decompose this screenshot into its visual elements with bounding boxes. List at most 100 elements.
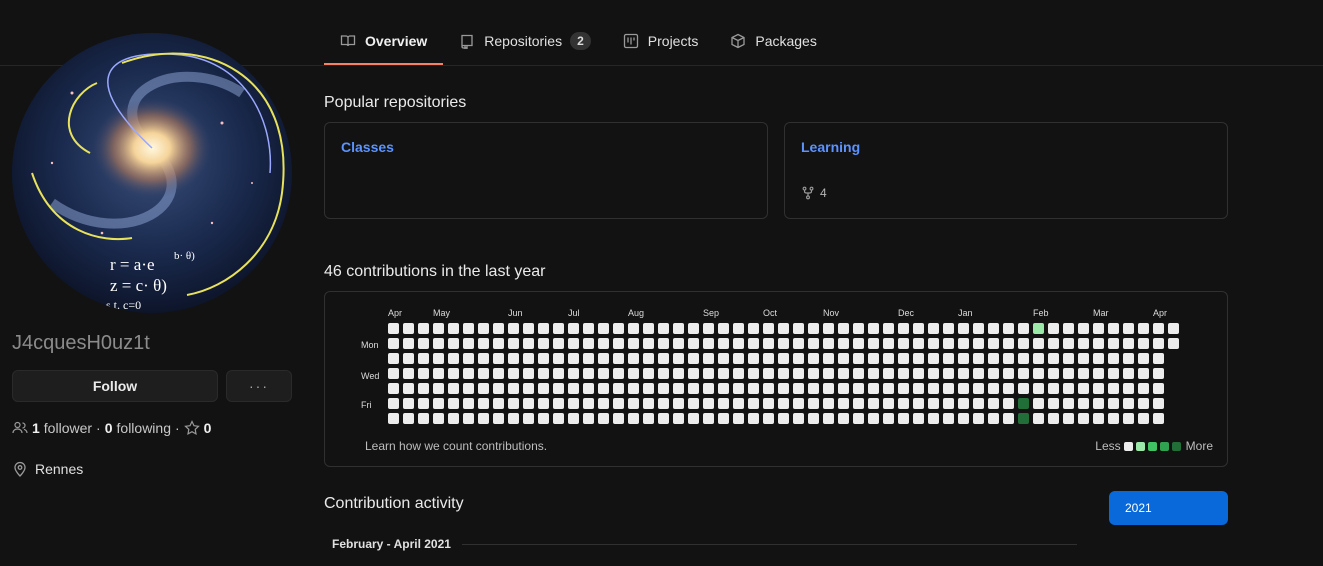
contribution-day-cell[interactable]	[388, 383, 399, 394]
contribution-day-cell[interactable]	[853, 368, 864, 379]
contribution-day-cell[interactable]	[898, 413, 909, 424]
contribution-day-cell[interactable]	[958, 368, 969, 379]
contribution-day-cell[interactable]	[493, 413, 504, 424]
contribution-day-cell[interactable]	[718, 383, 729, 394]
contribution-day-cell[interactable]	[613, 323, 624, 334]
contribution-day-cell[interactable]	[463, 383, 474, 394]
contribution-day-cell[interactable]	[793, 383, 804, 394]
contribution-day-cell[interactable]	[523, 398, 534, 409]
contribution-day-cell[interactable]	[778, 353, 789, 364]
contribution-day-cell[interactable]	[973, 338, 984, 349]
contribution-day-cell[interactable]	[1138, 398, 1149, 409]
contribution-day-cell[interactable]	[613, 338, 624, 349]
contribution-day-cell[interactable]	[763, 368, 774, 379]
contribution-day-cell[interactable]	[1108, 398, 1119, 409]
contribution-day-cell[interactable]	[853, 323, 864, 334]
contribution-day-cell[interactable]	[838, 368, 849, 379]
contribution-day-cell[interactable]	[898, 353, 909, 364]
contribution-day-cell[interactable]	[1003, 413, 1014, 424]
contribution-day-cell[interactable]	[1033, 368, 1044, 379]
contribution-day-cell[interactable]	[433, 323, 444, 334]
contribution-day-cell[interactable]	[463, 368, 474, 379]
contribution-day-cell[interactable]	[688, 383, 699, 394]
contribution-day-cell[interactable]	[958, 398, 969, 409]
contribution-day-cell[interactable]	[943, 383, 954, 394]
contribution-day-cell[interactable]	[1018, 383, 1029, 394]
contribution-day-cell[interactable]	[508, 413, 519, 424]
stars-count[interactable]: 0	[204, 420, 212, 436]
contribution-day-cell[interactable]	[883, 398, 894, 409]
contribution-day-cell[interactable]	[643, 383, 654, 394]
contribution-day-cell[interactable]	[463, 338, 474, 349]
contribution-day-cell[interactable]	[658, 413, 669, 424]
contribution-day-cell[interactable]	[403, 338, 414, 349]
contribution-day-cell[interactable]	[838, 353, 849, 364]
contribution-day-cell[interactable]	[913, 368, 924, 379]
contribution-day-cell[interactable]	[793, 413, 804, 424]
contribution-day-cell[interactable]	[523, 338, 534, 349]
contribution-day-cell[interactable]	[808, 338, 819, 349]
contribution-day-cell[interactable]	[388, 398, 399, 409]
contribution-day-cell[interactable]	[718, 368, 729, 379]
contribution-day-cell[interactable]	[898, 398, 909, 409]
contribution-day-cell[interactable]	[598, 413, 609, 424]
contribution-day-cell[interactable]	[448, 353, 459, 364]
contribution-day-cell[interactable]	[448, 398, 459, 409]
contribution-day-cell[interactable]	[418, 398, 429, 409]
contribution-day-cell[interactable]	[433, 353, 444, 364]
contribution-day-cell[interactable]	[1048, 353, 1059, 364]
contribution-day-cell[interactable]	[1078, 413, 1089, 424]
contribution-day-cell[interactable]	[763, 353, 774, 364]
contribution-day-cell[interactable]	[1138, 323, 1149, 334]
contribution-day-cell[interactable]	[1078, 398, 1089, 409]
contribution-day-cell[interactable]	[703, 353, 714, 364]
contribution-day-cell[interactable]	[778, 383, 789, 394]
contribution-day-cell[interactable]	[538, 368, 549, 379]
contribution-day-cell[interactable]	[778, 413, 789, 424]
contribution-day-cell[interactable]	[748, 368, 759, 379]
contribution-day-cell[interactable]	[508, 338, 519, 349]
contribution-day-cell[interactable]	[823, 338, 834, 349]
contribution-day-cell[interactable]	[853, 398, 864, 409]
contribution-day-cell[interactable]	[823, 353, 834, 364]
contribution-day-cell[interactable]	[763, 398, 774, 409]
contribution-day-cell[interactable]	[1108, 338, 1119, 349]
contribution-day-cell[interactable]	[733, 383, 744, 394]
contribution-day-cell[interactable]	[538, 353, 549, 364]
contribution-day-cell[interactable]	[1018, 398, 1029, 409]
following-count[interactable]: 0	[105, 420, 113, 436]
contribution-day-cell[interactable]	[1153, 383, 1164, 394]
contribution-day-cell[interactable]	[478, 398, 489, 409]
contribution-day-cell[interactable]	[1153, 413, 1164, 424]
contribution-day-cell[interactable]	[1153, 323, 1164, 334]
contribution-day-cell[interactable]	[838, 398, 849, 409]
contribution-day-cell[interactable]	[1123, 398, 1134, 409]
contribution-day-cell[interactable]	[1048, 368, 1059, 379]
contribution-day-cell[interactable]	[538, 323, 549, 334]
contribution-day-cell[interactable]	[568, 398, 579, 409]
contribution-day-cell[interactable]	[1048, 398, 1059, 409]
contribution-day-cell[interactable]	[1168, 338, 1179, 349]
tab-overview[interactable]: Overview	[324, 18, 444, 65]
contribution-day-cell[interactable]	[523, 368, 534, 379]
contribution-day-cell[interactable]	[823, 398, 834, 409]
contribution-day-cell[interactable]	[838, 383, 849, 394]
contribution-day-cell[interactable]	[703, 323, 714, 334]
contribution-day-cell[interactable]	[898, 368, 909, 379]
contribution-day-cell[interactable]	[1078, 323, 1089, 334]
contribution-day-cell[interactable]	[658, 323, 669, 334]
contribution-day-cell[interactable]	[703, 383, 714, 394]
contribution-day-cell[interactable]	[1078, 383, 1089, 394]
contribution-day-cell[interactable]	[868, 353, 879, 364]
contribution-day-cell[interactable]	[478, 323, 489, 334]
contribution-day-cell[interactable]	[568, 383, 579, 394]
contribution-day-cell[interactable]	[478, 368, 489, 379]
fork-count[interactable]: 4	[801, 186, 827, 200]
contribution-day-cell[interactable]	[1063, 368, 1074, 379]
contribution-day-cell[interactable]	[1153, 368, 1164, 379]
contribution-day-cell[interactable]	[403, 323, 414, 334]
repo-link-classes[interactable]: Classes	[341, 139, 394, 155]
contribution-day-cell[interactable]	[1138, 368, 1149, 379]
contribution-day-cell[interactable]	[508, 368, 519, 379]
contribution-day-cell[interactable]	[778, 323, 789, 334]
